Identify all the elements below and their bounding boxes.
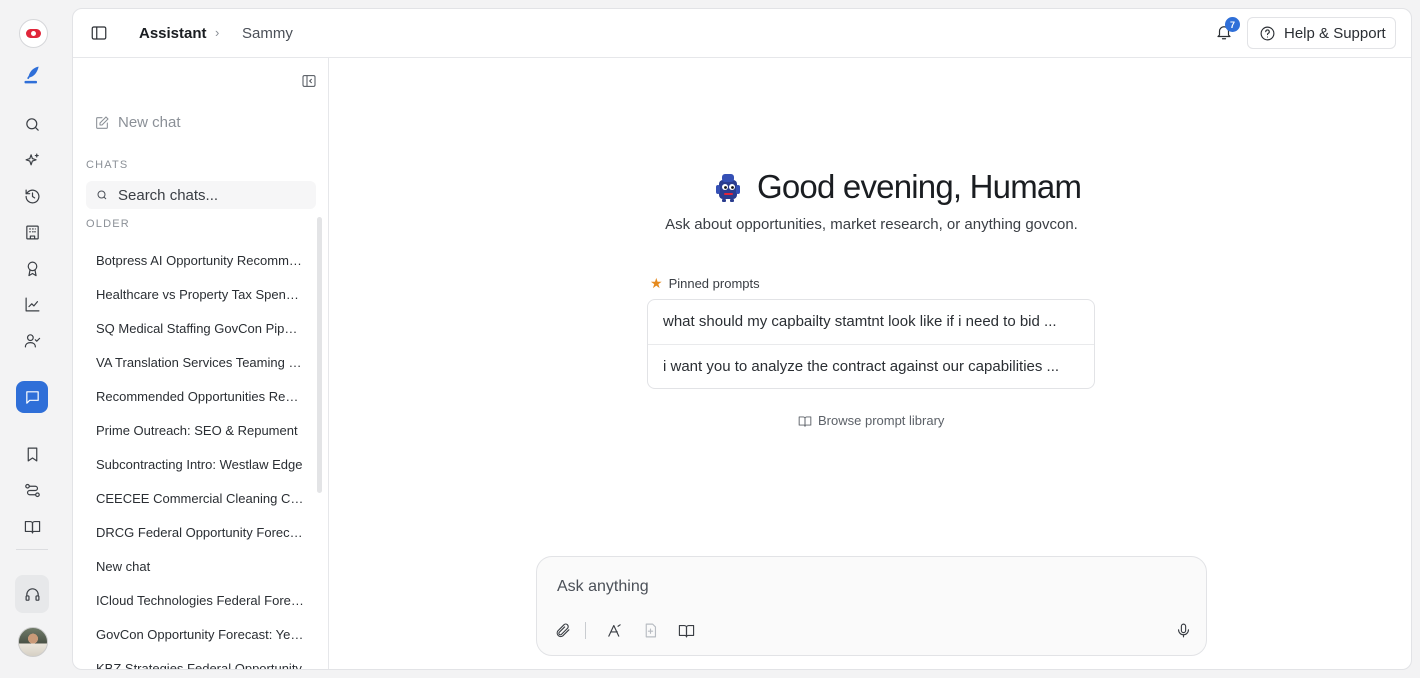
- brand-logo[interactable]: [19, 19, 48, 48]
- chat-list-item[interactable]: Subcontracting Intro: Westlaw Edge: [96, 457, 304, 472]
- user-check-icon[interactable]: [16, 324, 48, 356]
- edit-icon: [96, 115, 109, 129]
- bookmark-icon[interactable]: [16, 438, 48, 470]
- chat-list-item[interactable]: Botpress AI Opportunity Recommendations: [96, 253, 304, 268]
- toolbar-divider: [585, 622, 586, 639]
- chat-list-item[interactable]: KBZ Strategies Federal Opportunity: [96, 661, 304, 669]
- chat-list-item[interactable]: Healthcare vs Property Tax Spending: [96, 287, 304, 302]
- chats-section-label: CHATS: [86, 159, 129, 171]
- search-chats-input[interactable]: Search chats...: [86, 181, 316, 209]
- star-icon: ★: [650, 275, 663, 291]
- help-circle-icon: [1260, 26, 1275, 40]
- rail-divider: [16, 549, 48, 550]
- browse-prompt-library-link[interactable]: Browse prompt library: [798, 413, 944, 428]
- search-chats-placeholder: Search chats...: [118, 186, 219, 204]
- chat-list-item[interactable]: ICloud Technologies Federal Forecast: [96, 593, 304, 608]
- help-support-label: Help & Support: [1284, 24, 1386, 42]
- chevron-right-icon: ›: [215, 25, 220, 40]
- chat-main: Good evening, Humam Ask about opportunit…: [330, 58, 1411, 669]
- history-icon[interactable]: [16, 180, 48, 212]
- new-chat-label: New chat: [118, 114, 181, 131]
- greeting-title: Good evening, Humam: [757, 168, 1082, 205]
- chat-list-item[interactable]: GovCon Opportunity Forecast: Yeiser: [96, 627, 304, 642]
- pinned-prompt[interactable]: i want you to analyze the contract again…: [663, 358, 1059, 375]
- pinned-prompts-list: what should my capbailty stamtnt look li…: [647, 299, 1095, 389]
- top-bar: Assistant › Sammy 7 Help & Support: [73, 9, 1411, 58]
- new-chat-button[interactable]: New chat: [94, 114, 181, 131]
- pinned-prompts-text: Pinned prompts: [668, 276, 760, 291]
- message-composer: Ask anything: [536, 556, 1207, 656]
- prompt-divider: [648, 344, 1094, 345]
- pinned-prompt[interactable]: what should my capbailty stamtnt look li…: [663, 313, 1057, 330]
- book-open-icon[interactable]: [16, 510, 48, 542]
- notification-badge: 7: [1225, 17, 1240, 32]
- chart-line-icon[interactable]: [16, 288, 48, 320]
- avatar[interactable]: [18, 627, 48, 657]
- chat-list-item[interactable]: New chat: [96, 559, 304, 574]
- chat-list-item[interactable]: VA Translation Services Teaming Bid: [96, 355, 304, 370]
- breadcrumb-current: Sammy: [242, 25, 293, 42]
- collapse-sidebar-icon[interactable]: [301, 73, 317, 89]
- award-icon[interactable]: [16, 252, 48, 284]
- file-plus-icon[interactable]: [640, 620, 660, 640]
- building-icon[interactable]: [16, 216, 48, 248]
- microphone-icon[interactable]: [1173, 620, 1193, 640]
- app-rail: [0, 0, 66, 678]
- book-open-icon: [798, 415, 812, 427]
- chat-list-scrollbar[interactable]: [317, 217, 322, 669]
- app-window: Assistant › Sammy 7 Help & Support New c…: [72, 8, 1412, 670]
- workflow-icon[interactable]: [16, 474, 48, 506]
- chat-list-item[interactable]: DRCG Federal Opportunity Forecast: [96, 525, 304, 540]
- paperclip-icon[interactable]: [552, 620, 572, 640]
- library-book-icon[interactable]: [676, 620, 696, 640]
- message-input[interactable]: Ask anything: [557, 578, 649, 596]
- browse-prompt-library-label: Browse prompt library: [818, 413, 945, 428]
- chat-list-item[interactable]: Prime Outreach: SEO & Repument: [96, 423, 304, 438]
- mascot-icon: [713, 171, 743, 203]
- greeting-subtitle: Ask about opportunities, market research…: [665, 216, 1078, 233]
- search-icon: [97, 190, 107, 200]
- headset-icon[interactable]: [15, 575, 49, 613]
- search-icon[interactable]: [16, 108, 48, 140]
- quill-icon[interactable]: [16, 59, 48, 91]
- chat-list-item[interactable]: SQ Medical Staffing GovCon Pipeline: [96, 321, 304, 336]
- sidebar-toggle-icon[interactable]: [90, 24, 108, 42]
- writing-style-icon[interactable]: [604, 620, 624, 640]
- sparkles-icon[interactable]: [16, 144, 48, 176]
- older-section-label: OLDER: [86, 218, 130, 230]
- help-support-button[interactable]: Help & Support: [1247, 17, 1396, 49]
- chat-sidebar: New chat CHATS Search chats... OLDER Bot…: [73, 58, 329, 669]
- chat-list-item[interactable]: CEECEE Commercial Cleaning Capabilities: [96, 491, 304, 506]
- chat-icon[interactable]: [16, 381, 48, 413]
- scrollbar-thumb[interactable]: [317, 217, 322, 493]
- greeting-row: Good evening, Humam: [713, 168, 1082, 206]
- pinned-prompts-label: ★ Pinned prompts: [650, 275, 760, 292]
- chat-list: Botpress AI Opportunity Recommendations …: [73, 235, 317, 669]
- breadcrumb-root[interactable]: Assistant: [139, 25, 207, 42]
- chat-list-item[interactable]: Recommended Opportunities Review: [96, 389, 304, 404]
